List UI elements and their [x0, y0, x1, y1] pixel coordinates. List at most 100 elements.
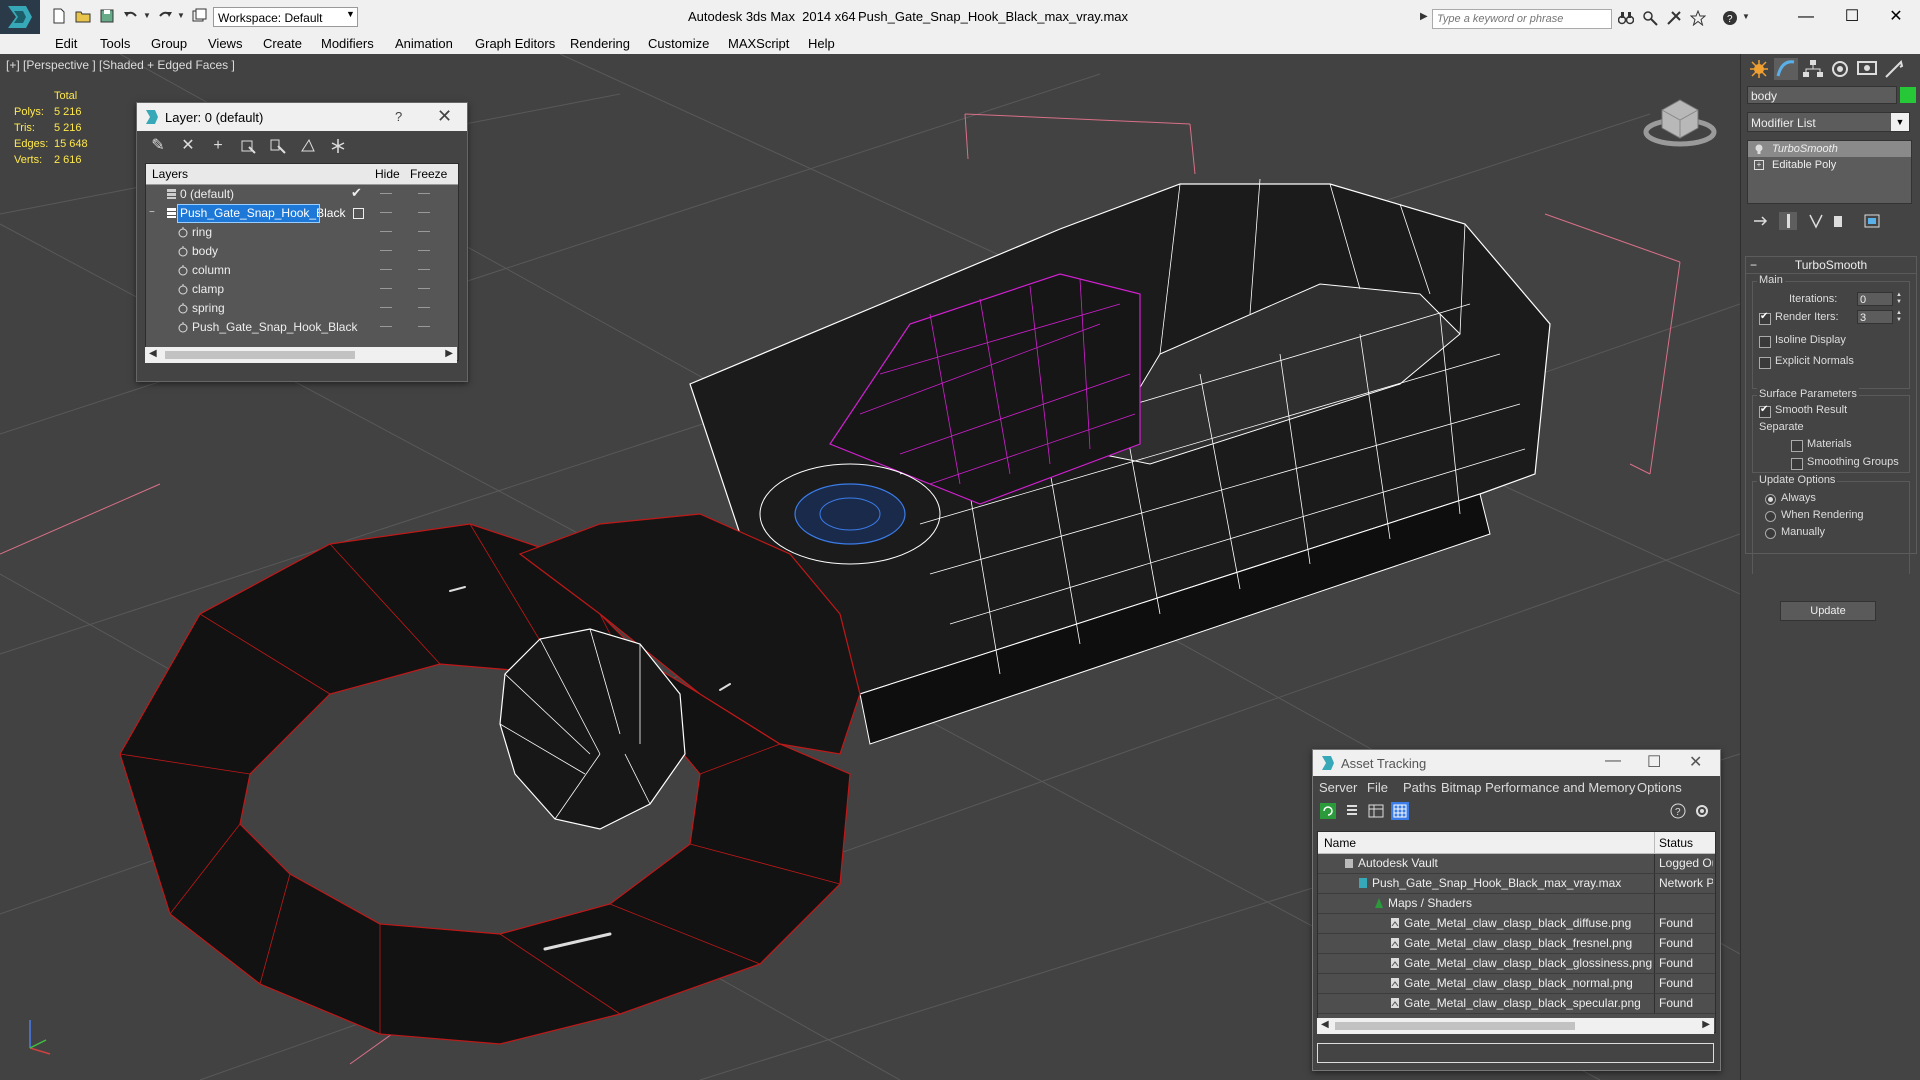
- menu-maxscript[interactable]: MAXScript: [728, 34, 789, 54]
- menu-views[interactable]: Views: [208, 34, 242, 54]
- search-expand-icon[interactable]: ▶: [1420, 11, 1428, 22]
- search-input[interactable]: [1432, 9, 1612, 29]
- scroll-left-icon[interactable]: ◀: [1321, 1019, 1329, 1030]
- add-to-layer-icon[interactable]: +: [209, 137, 227, 155]
- render-iters-spinner[interactable]: 3: [1857, 310, 1893, 324]
- menu-modifiers[interactable]: Modifiers: [321, 34, 374, 54]
- menu-edit[interactable]: Edit: [55, 34, 77, 54]
- materials-checkbox[interactable]: [1791, 440, 1803, 452]
- help-icon[interactable]: ?: [1669, 802, 1687, 820]
- settings-icon[interactable]: [1693, 802, 1711, 820]
- minimize-button[interactable]: —: [1605, 752, 1621, 770]
- asset-row[interactable]: Gate_Metal_claw_clasp_black_normal.png F…: [1318, 974, 1715, 994]
- hierarchy-tab-icon[interactable]: [1801, 58, 1825, 80]
- display-tab-icon[interactable]: [1855, 58, 1879, 80]
- hide-toggle[interactable]: [380, 193, 392, 194]
- viewcube-icon[interactable]: [1640, 82, 1720, 152]
- lightbulb-icon[interactable]: [1754, 144, 1764, 154]
- manually-radio[interactable]: [1765, 528, 1776, 539]
- freeze-toggle[interactable]: [418, 307, 430, 308]
- asset-row[interactable]: Gate_Metal_claw_clasp_black_glossiness.p…: [1318, 954, 1715, 974]
- freeze-toggle[interactable]: [418, 231, 430, 232]
- hide-toggle[interactable]: [380, 231, 392, 232]
- menu-bitmap-performance[interactable]: Bitmap Performance and Memory: [1441, 780, 1635, 795]
- create-tab-icon[interactable]: [1747, 58, 1771, 80]
- grid-view-icon[interactable]: [1391, 802, 1409, 820]
- delete-layer-icon[interactable]: ✕: [179, 137, 197, 155]
- hide-toggle[interactable]: [380, 269, 392, 270]
- layer-horizontal-scrollbar[interactable]: ◀ ▶: [145, 347, 457, 363]
- object-row[interactable]: spring: [146, 299, 458, 318]
- communication-center-icon[interactable]: [1642, 10, 1658, 26]
- modify-tab-icon[interactable]: [1774, 58, 1798, 80]
- column-header-layers[interactable]: Layers: [152, 167, 188, 181]
- asset-horizontal-scrollbar[interactable]: ◀ ▶: [1317, 1018, 1714, 1034]
- asset-row[interactable]: Gate_Metal_claw_clasp_black_fresnel.png …: [1318, 934, 1715, 954]
- column-header-hide[interactable]: Hide: [375, 167, 400, 181]
- make-unique-icon[interactable]: [1807, 212, 1825, 230]
- workspace-select[interactable]: Workspace: Default: [213, 7, 358, 27]
- maximize-button[interactable]: ☐: [1647, 752, 1661, 772]
- chevron-down-icon[interactable]: ▼: [346, 9, 355, 19]
- undo-dropdown-icon[interactable]: ▼: [143, 11, 151, 20]
- current-layer-check-icon[interactable]: ✔: [351, 185, 362, 201]
- scroll-right-icon[interactable]: ▶: [1702, 1019, 1710, 1030]
- object-name[interactable]: clamp: [190, 281, 228, 298]
- smooth-result-checkbox[interactable]: [1759, 404, 1771, 418]
- close-icon[interactable]: ✕: [437, 106, 452, 127]
- rollout-header[interactable]: − TurboSmooth: [1746, 257, 1916, 274]
- scroll-right-icon[interactable]: ▶: [445, 348, 453, 359]
- menu-paths[interactable]: Paths: [1403, 780, 1436, 795]
- column-header-name[interactable]: Name: [1324, 836, 1356, 850]
- always-radio[interactable]: [1765, 494, 1776, 505]
- utilities-tab-icon[interactable]: [1882, 58, 1906, 80]
- create-layer-icon[interactable]: ✎: [149, 137, 167, 155]
- object-row[interactable]: clamp: [146, 280, 458, 299]
- explicit-normals-checkbox[interactable]: [1759, 357, 1771, 369]
- asset-status-field[interactable]: [1317, 1043, 1714, 1063]
- refresh-icon[interactable]: [1319, 802, 1337, 820]
- menu-help[interactable]: Help: [808, 34, 835, 54]
- show-end-result-icon[interactable]: [1779, 212, 1797, 230]
- list-view-icon[interactable]: [1343, 802, 1361, 820]
- select-objects-icon[interactable]: [239, 137, 257, 155]
- menu-tools[interactable]: Tools: [100, 34, 130, 54]
- object-name-field[interactable]: body: [1747, 86, 1897, 104]
- hide-toggle[interactable]: [380, 288, 392, 289]
- asset-row[interactable]: Gate_Metal_claw_clasp_black_diffuse.png …: [1318, 914, 1715, 934]
- hide-all-layers-icon[interactable]: [299, 137, 317, 155]
- object-color-swatch[interactable]: [1900, 87, 1916, 103]
- binoculars-icon[interactable]: [1618, 10, 1634, 26]
- menu-customize[interactable]: Customize: [648, 34, 709, 54]
- stack-item-editable-poly[interactable]: + Editable Poly: [1748, 157, 1911, 173]
- collapse-icon[interactable]: −: [149, 207, 155, 218]
- spinner-arrows-icon[interactable]: ▲ ▼: [1895, 292, 1903, 306]
- object-name[interactable]: ring: [190, 224, 216, 241]
- layer-row[interactable]: − Push_Gate_Snap_Hook_Black: [146, 204, 458, 223]
- expand-icon[interactable]: +: [1754, 160, 1764, 170]
- freeze-toggle[interactable]: [418, 250, 430, 251]
- render-iters-checkbox[interactable]: [1759, 311, 1771, 325]
- freeze-toggle[interactable]: [418, 269, 430, 270]
- help-dropdown-icon[interactable]: ▼: [1742, 12, 1750, 21]
- layer-name[interactable]: 0 (default): [178, 186, 238, 203]
- maximize-button[interactable]: ☐: [1832, 6, 1872, 28]
- menu-server[interactable]: Server: [1319, 780, 1357, 795]
- menu-file[interactable]: File: [1367, 780, 1388, 795]
- motion-tab-icon[interactable]: [1828, 58, 1852, 80]
- project-folder-icon[interactable]: [190, 8, 208, 24]
- menu-graph-editors[interactable]: Graph Editors: [475, 34, 555, 54]
- favorites-star-icon[interactable]: [1690, 10, 1706, 26]
- new-file-icon[interactable]: [50, 8, 68, 24]
- app-menu-button[interactable]: [0, 0, 40, 34]
- hide-toggle[interactable]: [380, 307, 392, 308]
- column-header-freeze[interactable]: Freeze: [410, 167, 447, 181]
- freeze-toggle[interactable]: [418, 326, 430, 327]
- asset-row[interactable]: Maps / Shaders: [1318, 894, 1715, 914]
- table-view-icon[interactable]: [1367, 802, 1385, 820]
- asset-tracking-titlebar[interactable]: Asset Tracking — ☐ ✕: [1313, 750, 1720, 776]
- smoothing-groups-checkbox[interactable]: [1791, 458, 1803, 470]
- asset-row[interactable]: Gate_Metal_claw_clasp_black_specular.png…: [1318, 994, 1715, 1014]
- iterations-spinner[interactable]: 0: [1857, 292, 1893, 306]
- help-icon[interactable]: ?: [1722, 10, 1738, 26]
